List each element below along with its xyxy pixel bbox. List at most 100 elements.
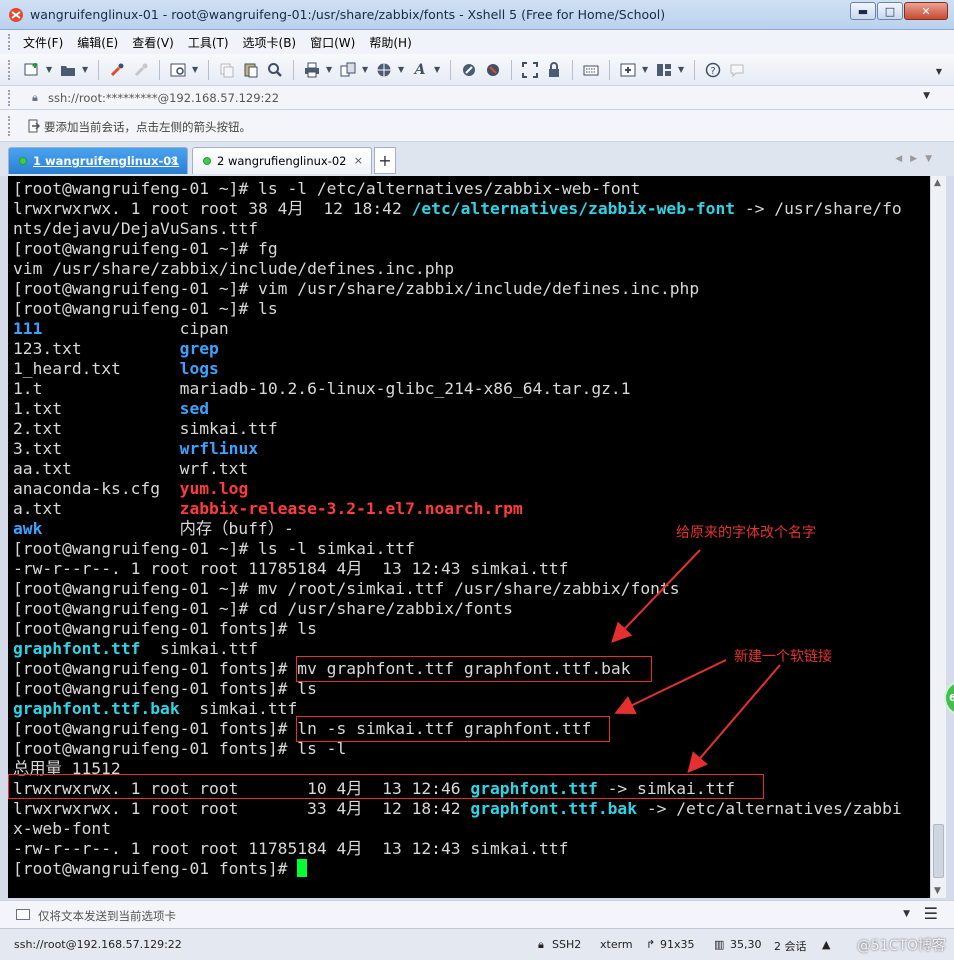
status-connection: ssh://root@192.168.57.129:22 [14,938,182,951]
scroll-down-icon[interactable]: ▼ [934,886,941,896]
annotation-symlink-note: 新建一个软链接 [734,649,832,665]
toolbar-overflow-icon[interactable]: ▼ [936,67,942,76]
menu-tabs[interactable]: 选项卡(B) [236,34,304,51]
terminal-line: a.txt zabbix-release-3.2-1.el7.noarch.rp… [13,499,902,519]
menu-view[interactable]: 查看(V) [125,34,181,51]
open-folder-icon[interactable] [58,60,78,80]
add-tab-dropdown-icon[interactable]: ▼ [642,65,650,74]
find-icon[interactable] [265,60,285,80]
menu-tools[interactable]: 工具(T) [181,34,236,51]
properties-dropdown-icon[interactable]: ▼ [192,65,200,74]
menu-bar: 文件(F) 编辑(E) 查看(V) 工具(T) 选项卡(B) 窗口(W) 帮助(… [0,30,954,54]
terminal-text: graphfont.ttf.bak [13,699,180,718]
toolbar-separator [159,59,160,80]
terminal-line: [root@wangruifeng-01 fonts]# ls [13,679,902,699]
menu-window[interactable]: 窗口(W) [303,34,362,51]
compose-keyboard-icon[interactable] [16,909,30,920]
address-dropdown-icon[interactable]: ▼ [923,91,930,101]
tab-close-icon[interactable]: × [354,154,363,167]
menu-help[interactable]: 帮助(H) [362,34,418,51]
chat-icon[interactable] [727,60,747,80]
new-tab-button[interactable]: + [374,147,396,174]
layout-dropdown-icon[interactable]: ▼ [678,65,686,74]
compose-menu-icon[interactable]: ☰ [924,904,938,923]
compose-dropdown-icon[interactable]: ▼ [903,909,910,919]
terminal-scrollbar[interactable]: ▲ ▼ [930,176,946,898]
terminal-line: [root@wangruifeng-01 ~]# mv /root/simkai… [13,579,902,599]
terminal-line: 2.txt simkai.ttf [13,419,902,439]
reconnect-icon[interactable] [107,60,127,80]
tab-session-1[interactable]: 1 wangruifenglinux-01 × [8,147,188,174]
add-tab-icon[interactable] [618,60,638,80]
terminal-text: [root@wangruifeng-01 ~]# cd /usr/share/z… [13,599,513,618]
lock-icon[interactable] [544,60,564,80]
terminal-line: -rw-r--r--. 1 root root 11785184 4月 13 1… [13,559,902,579]
bookmark-arrow-icon[interactable] [28,119,40,133]
title-bar: wangruifenglinux-01 - root@wangruifeng-0… [0,0,954,30]
address-field[interactable]: ssh://root:*********@192.168.57.129:22 [48,91,279,105]
xftp-icon[interactable] [459,60,479,80]
toolbar-separator [511,59,512,80]
transfer-icon[interactable] [338,60,358,80]
close-window-button[interactable]: ✕ [904,2,948,20]
fullscreen-icon[interactable] [520,60,540,80]
disconnect-icon[interactable] [131,60,151,80]
open-dropdown-icon[interactable]: ▼ [82,65,90,74]
scroll-up-icon[interactable]: ▲ [934,178,941,188]
terminal-line: 3.txt wrflinux [13,439,902,459]
tab-close-icon[interactable]: × [170,154,179,167]
status-bar: ssh://root@192.168.57.129:22 🔒︎ SSH2 xte… [0,928,954,960]
menu-edit[interactable]: 编辑(E) [70,34,125,51]
keyboard-icon[interactable] [581,60,601,80]
terminal-line: [root@wangruifeng-01 fonts]# [13,859,902,879]
globe-icon[interactable] [374,60,394,80]
menubar-grip [8,34,11,50]
properties-icon[interactable] [168,60,188,80]
print-icon[interactable] [302,60,322,80]
toolbar-separator [572,59,573,80]
minimize-button[interactable]: ▬ [850,2,876,20]
terminal-text: [root@wangruifeng-01 ~]# ls -l /etc/alte… [13,179,641,198]
terminal-text: [root@wangruifeng-01 ~]# ls [13,299,278,318]
cursor-position-icon: ▥ [714,938,725,951]
compose-input[interactable]: 仅将文本发送到当前选项卡 [38,908,176,924]
print-dropdown-icon[interactable]: ▼ [326,65,334,74]
terminal-text: cipan [42,319,229,338]
terminal-text: yum.log [179,479,249,498]
resize-icon: ↱ [646,938,656,951]
menu-file[interactable]: 文件(F) [16,34,70,51]
copy-icon[interactable] [217,60,237,80]
terminal-text: x-web-font [13,819,112,838]
lock-icon: 🔒︎ [32,91,38,104]
terminal-text: 123.txt [13,339,180,358]
help-icon[interactable]: ? [703,60,723,80]
terminal-text: 1_heard.txt [13,359,180,378]
new-session-dropdown-icon[interactable]: ▼ [46,65,54,74]
terminal-line: [root@wangruifeng-01 ~]# cd /usr/share/z… [13,599,902,619]
terminal-text: 3.txt [13,439,180,458]
terminal-line: anaconda-ks.cfg yum.log [13,479,902,499]
layout-icon[interactable] [654,60,674,80]
transfer-dropdown-icon[interactable]: ▼ [362,65,370,74]
new-session-icon[interactable] [22,60,42,80]
xmanager-icon[interactable] [483,60,503,80]
terminal-line: 123.txt grep [13,339,902,359]
terminal-text: zabbix-release-3.2-1.el7.noarch.rpm [179,499,523,518]
terminal-text: grep [179,339,219,358]
tab-session-2[interactable]: 2 wangrufienglinux-02 × [192,147,372,174]
terminal-text: simkai.ttf [179,699,298,718]
terminal-text: 1.txt [13,399,180,418]
maximize-button[interactable]: □ [877,2,903,20]
terminal-line: [root@wangruifeng-01 fonts]# ls -l [13,739,902,759]
tab-scroll-arrows-icon[interactable]: ◀▶▼ [895,154,940,164]
scroll-thumb[interactable] [933,824,944,878]
toolbar-separator [609,59,610,80]
status-up-icon[interactable]: ▲ [822,938,830,951]
font-icon[interactable]: A [410,60,430,80]
globe-dropdown-icon[interactable]: ▼ [398,65,406,74]
tab-label: 2 wangrufienglinux-02 [217,154,347,168]
font-dropdown-icon[interactable]: ▼ [434,65,442,74]
terminal-line: [root@wangruifeng-01 ~]# ls -l simkai.tt… [13,539,902,559]
paste-icon[interactable] [241,60,261,80]
toolbar: ▼ ▼ ▼ ▼ ▼ ▼ A ▼ ▼ ▼ ? ▼ [0,54,954,86]
